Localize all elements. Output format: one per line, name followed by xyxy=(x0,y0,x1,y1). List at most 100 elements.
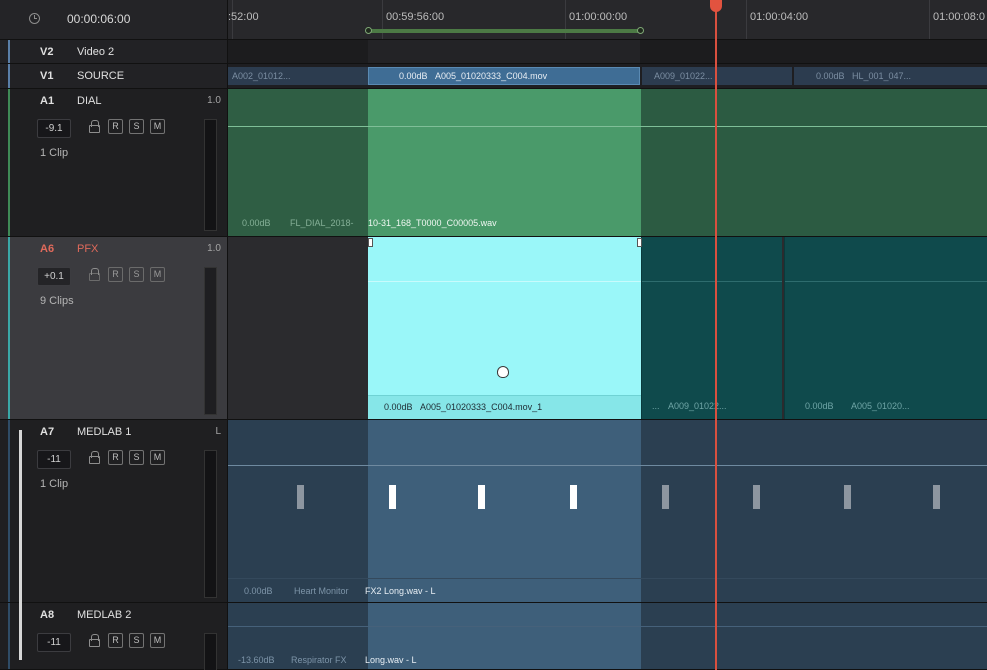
clip-name: A005_01020333_C004.mov_1 xyxy=(420,402,543,412)
track-header-v1[interactable]: V1 SOURCE xyxy=(0,64,228,89)
track-header-a6[interactable]: A6 PFX 1.0 +0.1 R S M 9 Clips xyxy=(0,237,228,420)
clip-trim-handle-left[interactable] xyxy=(368,238,373,247)
track-color-strip xyxy=(8,603,10,669)
volume-line[interactable] xyxy=(228,465,987,466)
solo-button[interactable]: S xyxy=(129,633,144,648)
ruler-tick xyxy=(382,0,383,39)
ruler-label: 00:59:56:00 xyxy=(386,11,445,23)
track-selection-bracket xyxy=(19,430,22,660)
lane-v1[interactable]: A002_01012... 0.00dB A005_01020333_C004.… xyxy=(228,64,987,89)
track-color-strip xyxy=(8,420,10,602)
volume-line[interactable] xyxy=(642,281,782,282)
mute-button[interactable]: M xyxy=(150,450,165,465)
ruler-label: :52:00 xyxy=(228,11,259,23)
clip-name: 10-31_168_T0000_C00005.wav xyxy=(368,218,497,228)
audio-clip-region-selected xyxy=(368,89,641,236)
lane-a7[interactable]: 0.00dB Heart Monitor FX2 Long.wav - L xyxy=(228,420,987,603)
video-clip-selected[interactable]: 0.00dB A005_01020333_C004.mov xyxy=(368,67,640,85)
audio-clip-selected[interactable]: 0.00dB A005_01020333_C004.mov_1 xyxy=(368,237,641,419)
track-color-strip xyxy=(8,89,10,236)
mute-button[interactable]: M xyxy=(150,267,165,282)
clip-name: A005_01020333_C004.mov xyxy=(435,71,548,81)
timeline-ruler[interactable]: :52:00 00:59:56:00 01:00:00:00 01:00:04:… xyxy=(228,0,987,40)
mute-button[interactable]: M xyxy=(150,633,165,648)
solo-button[interactable]: S xyxy=(129,119,144,134)
video-clip[interactable]: 0.00dB HL_001_047... xyxy=(794,67,987,85)
track-name: SOURCE xyxy=(77,70,125,82)
record-button[interactable]: R xyxy=(108,633,123,648)
track-header-v2[interactable]: V2 Video 2 xyxy=(0,40,228,64)
clip-name-dim: Heart Monitor xyxy=(294,586,349,596)
lane-a1[interactable]: 0.00dB FL_DIAL_2018- 10-31_168_T0000_C00… xyxy=(228,89,987,237)
clip-name-dim: FL_DIAL_2018- xyxy=(290,218,354,228)
hand-cursor-icon xyxy=(497,366,509,378)
solo-button[interactable]: S xyxy=(129,450,144,465)
audio-waveform-peak xyxy=(753,485,760,509)
track-id: A1 xyxy=(40,95,55,107)
solo-button[interactable]: S xyxy=(129,267,144,282)
clip-trim-handle-right[interactable] xyxy=(637,238,642,247)
in-out-range-bar[interactable] xyxy=(368,29,640,33)
track-name: MEDLAB 2 xyxy=(77,609,132,621)
clip-name: A009_01022... xyxy=(654,71,713,81)
track-header-a1[interactable]: A1 DIAL 1.0 -9.1 R S M 1 Clip xyxy=(0,89,228,237)
lane-v2[interactable] xyxy=(228,40,987,64)
audio-meter xyxy=(204,633,217,670)
playhead-marker[interactable] xyxy=(710,0,722,12)
clip-name: A005_01020... xyxy=(851,401,910,411)
audio-waveform-peak xyxy=(933,485,940,509)
video-clip[interactable]: A002_01012... xyxy=(228,67,368,85)
volume-line[interactable] xyxy=(368,281,641,282)
audio-meter xyxy=(204,267,217,415)
track-header-a8[interactable]: A8 MEDLAB 2 -11 R S M xyxy=(0,603,228,670)
ruler-label: 01:00:00:00 xyxy=(569,11,628,23)
audio-waveform-peak xyxy=(844,485,851,509)
track-id: A8 xyxy=(40,609,55,621)
volume-line[interactable] xyxy=(228,626,987,627)
track-header-a7[interactable]: A7 MEDLAB 1 L -11 R S M 1 Clip xyxy=(0,420,228,603)
audio-meter xyxy=(204,119,217,231)
timecode-display: 00:00:06:00 xyxy=(67,12,131,26)
out-point-marker[interactable] xyxy=(637,27,644,34)
clip-gain: 0.00dB xyxy=(242,218,271,228)
record-button[interactable]: R xyxy=(108,267,123,282)
lock-icon[interactable] xyxy=(89,268,100,281)
video-clip[interactable]: A009_01022... xyxy=(642,67,792,85)
audio-waveform-peak xyxy=(478,485,485,509)
track-color-strip xyxy=(8,237,10,419)
playhead-line[interactable] xyxy=(715,0,717,670)
volume-line[interactable] xyxy=(785,281,987,282)
clip-count: 9 Clips xyxy=(40,295,74,307)
lock-icon[interactable] xyxy=(89,120,100,133)
track-volume-field[interactable]: -11 xyxy=(37,633,71,652)
audio-waveform-peak xyxy=(389,485,396,509)
clip-name: A009_01022... xyxy=(668,401,727,411)
track-name: PFX xyxy=(77,243,99,255)
lock-icon[interactable] xyxy=(89,634,100,647)
track-volume-field[interactable]: +0.1 xyxy=(37,267,71,286)
clip-gain: 0.00dB xyxy=(384,402,413,412)
mute-button[interactable]: M xyxy=(150,119,165,134)
lane-a6[interactable]: 0.00dB A005_01020333_C004.mov_1 ... A009… xyxy=(228,237,987,420)
track-id: A7 xyxy=(40,426,55,438)
track-level: 1.0 xyxy=(207,243,221,254)
lock-icon[interactable] xyxy=(89,451,100,464)
clip-name-dim: Respirator FX xyxy=(291,655,347,665)
clip-name: FX2 Long.wav - L xyxy=(365,586,436,596)
audio-clip[interactable]: ... A009_01022... xyxy=(641,237,782,419)
track-level: 1.0 xyxy=(207,95,221,106)
track-id: V1 xyxy=(40,70,54,82)
track-volume-field[interactable]: -9.1 xyxy=(37,119,71,138)
lane-a8[interactable]: -13.60dB Respirator FX Long.wav - L xyxy=(228,603,987,670)
audio-waveform-peak xyxy=(297,485,304,509)
record-button[interactable]: R xyxy=(108,119,123,134)
timeline-window: 00:00:06:00 :52:00 00:59:56:00 01:00:00:… xyxy=(0,0,987,670)
track-name: DIAL xyxy=(77,95,102,107)
volume-line[interactable] xyxy=(228,126,987,127)
in-point-marker[interactable] xyxy=(365,27,372,34)
record-button[interactable]: R xyxy=(108,450,123,465)
audio-clip[interactable]: 0.00dB A005_01020... xyxy=(784,237,987,419)
track-volume-field[interactable]: -11 xyxy=(37,450,71,469)
clip-gain: 0.00dB xyxy=(399,71,428,81)
ruler-label: 01:00:08:0 xyxy=(933,11,985,23)
